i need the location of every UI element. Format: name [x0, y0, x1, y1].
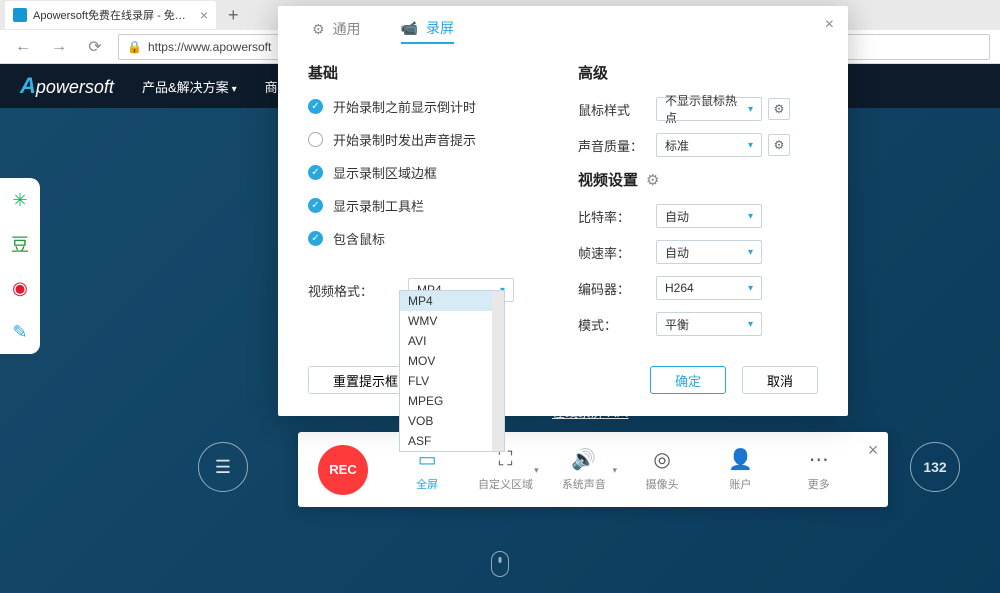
- label-video-format: 视频格式：: [308, 281, 408, 300]
- select-encoder[interactable]: H264▾: [656, 276, 762, 300]
- social-sidebar: ✳ 豆 ◉ ✎: [0, 178, 40, 354]
- opt-countdown[interactable]: ✓开始录制之前显示倒计时: [308, 97, 548, 116]
- more-icon: ⋯: [809, 447, 829, 471]
- back-button[interactable]: ←: [10, 34, 36, 60]
- gear-icon: ⚙: [312, 21, 325, 38]
- chevron-down-icon: ▾: [534, 465, 539, 476]
- label-encoder: 编码器：: [578, 279, 656, 298]
- scroll-indicator-icon: [491, 551, 509, 577]
- label-mouse-style: 鼠标样式: [578, 100, 656, 119]
- checkbox-on-icon: ✓: [308, 231, 323, 246]
- gear-button[interactable]: ⚙: [768, 134, 790, 156]
- chevron-down-icon: ▾: [232, 84, 237, 95]
- tab-title: Apowersoft免费在线录屏 - 免…: [33, 7, 186, 23]
- tab-general[interactable]: ⚙通用: [312, 19, 361, 43]
- chevron-down-icon: ▾: [748, 283, 753, 294]
- format-option[interactable]: MOV: [400, 351, 504, 371]
- label-bitrate: 比特率：: [578, 207, 656, 226]
- section-basic: 基础: [308, 62, 548, 83]
- label-sound-quality: 声音质量：: [578, 136, 656, 155]
- toolbar-audio[interactable]: 🔊系统声音▾: [545, 447, 623, 492]
- browser-tab[interactable]: Apowersoft免费在线录屏 - 免… ×: [5, 1, 216, 29]
- feedback-icon[interactable]: ✎: [8, 320, 32, 344]
- gear-icon: ⚙: [646, 171, 659, 189]
- logo-rest: powersoft: [36, 77, 114, 97]
- user-icon: 👤: [728, 447, 753, 471]
- cancel-button[interactable]: 取消: [742, 366, 818, 394]
- forward-button[interactable]: →: [46, 34, 72, 60]
- logo[interactable]: Apowersoft: [20, 73, 114, 99]
- dialog-footer: 重置提示框 确定 取消: [298, 366, 828, 394]
- favicon-icon: [13, 8, 27, 22]
- tab-close-icon[interactable]: ×: [200, 7, 208, 23]
- format-option[interactable]: WMV: [400, 311, 504, 331]
- gear-button[interactable]: ⚙: [768, 98, 790, 120]
- opt-sound-tip[interactable]: 开始录制时发出声音提示: [308, 130, 548, 149]
- chevron-down-icon: ▾: [748, 211, 753, 222]
- checkbox-on-icon: ✓: [308, 198, 323, 213]
- side-info-icon[interactable]: ☰: [198, 442, 248, 492]
- format-dropdown-list[interactable]: MP4 WMV AVI MOV FLV MPEG VOB ASF: [399, 290, 505, 452]
- format-option[interactable]: MPEG: [400, 391, 504, 411]
- toolbar-custom-region[interactable]: ⛶自定义区域▾: [466, 447, 544, 492]
- format-option[interactable]: VOB: [400, 411, 504, 431]
- dialog-close-button[interactable]: ×: [825, 16, 834, 34]
- camera-off-icon: ◎: [653, 447, 670, 471]
- logo-a: A: [20, 73, 36, 98]
- toolbar-camera[interactable]: ◎摄像头: [623, 447, 701, 492]
- select-bitrate[interactable]: 自动▾: [656, 204, 762, 228]
- new-tab-button[interactable]: +: [228, 5, 239, 26]
- select-fps[interactable]: 自动▾: [656, 240, 762, 264]
- radio-off-icon: [308, 132, 323, 147]
- chevron-down-icon: ▾: [748, 140, 753, 151]
- recorder-toolbar: REC ▭全屏 ⛶自定义区域▾ 🔊系统声音▾ ◎摄像头 👤账户 ⋯更多 ×: [298, 432, 888, 507]
- comments-badge[interactable]: 132: [910, 442, 960, 492]
- speaker-icon: 🔊: [571, 447, 596, 471]
- toolbar-fullscreen[interactable]: ▭全屏: [388, 447, 466, 492]
- lock-icon: 🔒: [127, 40, 142, 54]
- weibo-icon[interactable]: ◉: [8, 276, 32, 300]
- nav-products[interactable]: 产品&解决方案▾: [142, 77, 237, 96]
- toolbar-close-button[interactable]: ×: [858, 440, 888, 461]
- toolbar-more[interactable]: ⋯更多: [780, 447, 858, 492]
- opt-toolbar[interactable]: ✓显示录制工具栏: [308, 196, 548, 215]
- format-option[interactable]: MP4: [400, 291, 504, 311]
- record-button[interactable]: REC: [318, 445, 368, 495]
- settings-dialog: × ⚙通用 📹录屏 基础 ✓开始录制之前显示倒计时 开始录制时发出声音提示 ✓显…: [278, 6, 848, 416]
- select-mode[interactable]: 平衡▾: [656, 312, 762, 336]
- format-option[interactable]: ASF: [400, 431, 504, 451]
- reload-button[interactable]: ⟳: [82, 34, 108, 60]
- opt-mouse[interactable]: ✓包含鼠标: [308, 229, 548, 248]
- douban-icon[interactable]: 豆: [8, 232, 32, 256]
- chevron-down-icon: ▾: [748, 319, 753, 330]
- chevron-down-icon: ▾: [612, 465, 617, 476]
- url-text: https://www.apowersoft: [148, 40, 271, 54]
- camera-icon: 📹: [401, 20, 418, 37]
- select-sound-quality[interactable]: 标准▾: [656, 133, 762, 157]
- toolbar-account[interactable]: 👤账户: [701, 447, 779, 492]
- select-mouse-style[interactable]: 不显示鼠标热点▾: [656, 97, 762, 121]
- settings-right-column: 高级 鼠标样式不显示鼠标热点▾ ⚙ 声音质量：标准▾ ⚙ 视频设置⚙ 比特率：自动▾…: [578, 62, 818, 348]
- label-fps: 帧速率：: [578, 243, 656, 262]
- format-option[interactable]: AVI: [400, 331, 504, 351]
- format-option[interactable]: FLV: [400, 371, 504, 391]
- ok-button[interactable]: 确定: [650, 366, 726, 394]
- opt-border[interactable]: ✓显示录制区域边框: [308, 163, 548, 182]
- section-advanced: 高级: [578, 62, 818, 83]
- tab-record[interactable]: 📹录屏: [401, 18, 454, 44]
- checkbox-on-icon: ✓: [308, 165, 323, 180]
- dialog-tabs: ⚙通用 📹录屏: [298, 6, 828, 56]
- label-mode: 模式：: [578, 315, 656, 334]
- chevron-down-icon: ▾: [748, 247, 753, 258]
- wechat-icon[interactable]: ✳: [8, 188, 32, 212]
- section-video-settings: 视频设置⚙: [578, 169, 818, 190]
- chevron-down-icon: ▾: [748, 104, 753, 115]
- checkbox-on-icon: ✓: [308, 99, 323, 114]
